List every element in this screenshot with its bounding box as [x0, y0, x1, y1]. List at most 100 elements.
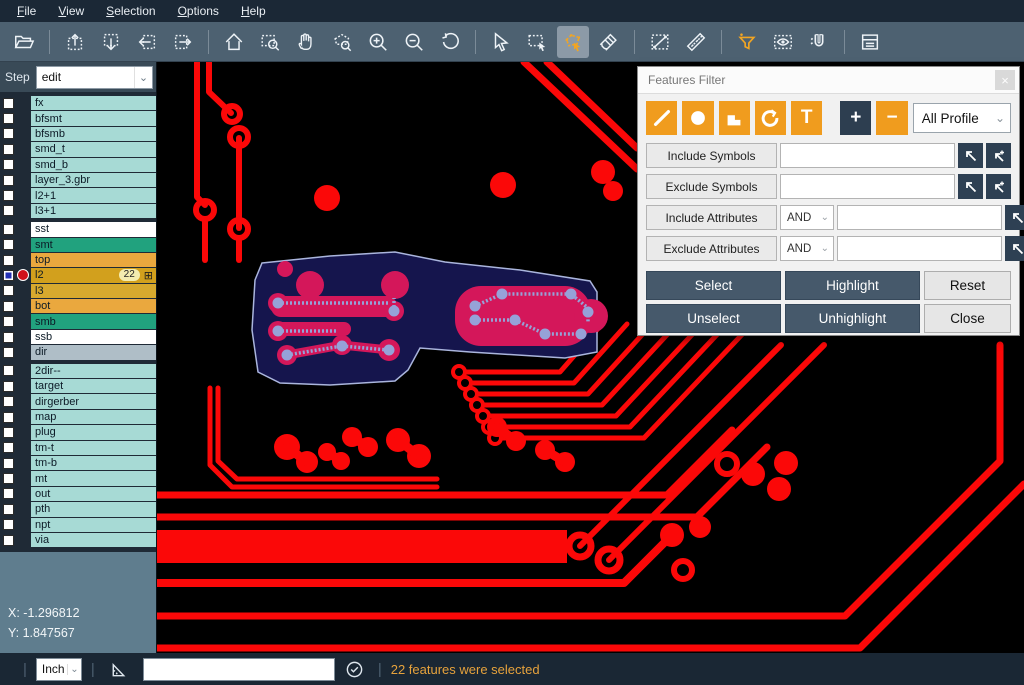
include-symbols-button[interactable]: Include Symbols — [646, 143, 777, 168]
filter-positive-button[interactable]: + — [840, 101, 871, 135]
layer-row-dirgerber[interactable]: dirgerber — [0, 394, 156, 408]
layer-checkbox[interactable] — [3, 159, 14, 170]
pick-add-exclude-symbols-button[interactable] — [986, 174, 1011, 199]
layer-row-tm-b[interactable]: tm-b — [0, 456, 156, 470]
layer-checkbox[interactable] — [3, 255, 14, 266]
exclude-attributes-operator-select[interactable]: AND⌄ — [780, 236, 834, 261]
layer-name-band[interactable]: bfsmb — [31, 127, 156, 141]
layer-checkbox[interactable] — [3, 128, 14, 139]
layer-checkbox[interactable] — [3, 144, 14, 155]
layer-checkbox[interactable] — [3, 412, 14, 423]
profile-select[interactable]: All Profile ⌄ — [913, 103, 1011, 133]
layer-name-band[interactable]: map — [31, 410, 156, 424]
pan-up-button[interactable] — [59, 26, 91, 58]
layer-checkbox[interactable] — [3, 316, 14, 327]
layer-name-band[interactable]: layer_3.gbr — [31, 173, 156, 187]
layer-row-out[interactable]: out — [0, 487, 156, 501]
angle-corner-icon[interactable] — [109, 660, 128, 679]
layer-row-top[interactable]: top — [0, 253, 156, 267]
view-options-button[interactable] — [767, 26, 799, 58]
filter-text-button[interactable]: T — [791, 101, 822, 135]
layer-checkbox[interactable] — [3, 396, 14, 407]
close-button[interactable]: Close — [924, 304, 1011, 333]
layer-checkbox[interactable] — [3, 98, 14, 109]
layer-checkbox[interactable] — [3, 458, 14, 469]
layer-checkbox[interactable] — [3, 224, 14, 235]
layer-name-band[interactable]: l3 — [31, 284, 156, 298]
layer-row-target[interactable]: target — [0, 379, 156, 393]
layer-row-via[interactable]: via — [0, 533, 156, 547]
layer-checkbox[interactable] — [3, 488, 14, 499]
layer-name-band[interactable]: smt — [31, 238, 156, 252]
command-input[interactable] — [143, 658, 335, 681]
pan-down-button[interactable] — [95, 26, 127, 58]
layer-checkbox[interactable] — [3, 175, 14, 186]
snap-magnet-button[interactable] — [803, 26, 835, 58]
close-icon[interactable]: × — [995, 70, 1015, 90]
menu-options[interactable]: Options — [167, 0, 230, 22]
layer-row-l3[interactable]: l3 — [0, 284, 156, 298]
dialog-title-bar[interactable]: Features Filter × — [638, 67, 1019, 94]
exclude-symbols-input[interactable] — [780, 174, 955, 199]
active-layer-color-icon[interactable] — [17, 269, 29, 281]
layer-name-band[interactable]: smb — [31, 314, 156, 328]
ruler-button[interactable] — [680, 26, 712, 58]
layer-checkbox[interactable] — [3, 381, 14, 392]
layer-name-band[interactable]: plug — [31, 425, 156, 439]
zoom-in-button[interactable] — [362, 26, 394, 58]
layer-checkbox[interactable] — [3, 190, 14, 201]
layer-row-layer_3.gbr[interactable]: layer_3.gbr — [0, 173, 156, 187]
layer-name-band[interactable]: tm-t — [31, 441, 156, 455]
layer-name-band[interactable]: dir — [31, 345, 156, 359]
layer-name-band[interactable]: sst — [31, 222, 156, 236]
layer-name-band[interactable]: bot — [31, 299, 156, 313]
layer-row-bfsmb[interactable]: bfsmb — [0, 127, 156, 141]
include-attributes-operator-select[interactable]: AND⌄ — [780, 205, 834, 230]
include-symbols-input[interactable] — [780, 143, 955, 168]
pick-exclude-symbols-button[interactable] — [958, 174, 983, 199]
layer-checkbox[interactable] — [3, 504, 14, 515]
layers-panel-button[interactable] — [854, 26, 886, 58]
grid-icon[interactable]: ⊞ — [144, 269, 153, 282]
layer-name-band[interactable]: out — [31, 487, 156, 501]
include-attributes-input[interactable] — [837, 205, 1002, 230]
layer-checkbox[interactable] — [3, 285, 14, 296]
zoom-window-button[interactable] — [254, 26, 286, 58]
apply-refresh-icon[interactable] — [345, 660, 364, 679]
exclude-attributes-input[interactable] — [837, 236, 1002, 261]
layer-row-bot[interactable]: bot — [0, 299, 156, 313]
layer-name-band[interactable]: dirgerber — [31, 394, 156, 408]
select-arrow-button[interactable] — [485, 26, 517, 58]
layer-row-fx[interactable]: fx — [0, 96, 156, 110]
layer-checkbox[interactable] — [3, 427, 14, 438]
select-button[interactable]: Select — [646, 271, 781, 300]
include-attributes-button[interactable]: Include Attributes — [646, 205, 777, 230]
menu-view[interactable]: View — [47, 0, 95, 22]
highlight-button[interactable]: Highlight — [785, 271, 920, 300]
layer-row-l2+1[interactable]: l2+1 — [0, 188, 156, 202]
clean-selection-button[interactable] — [593, 26, 625, 58]
layer-name-band[interactable]: ssb — [31, 330, 156, 344]
layer-row-map[interactable]: map — [0, 410, 156, 424]
exclude-attributes-button[interactable]: Exclude Attributes — [646, 236, 777, 261]
layer-row-l2[interactable]: l222⊞ — [0, 268, 156, 282]
layer-row-sst[interactable]: sst — [0, 222, 156, 236]
zoom-home-button[interactable] — [218, 26, 250, 58]
layer-row-ssb[interactable]: ssb — [0, 330, 156, 344]
zoom-previous-button[interactable] — [434, 26, 466, 58]
layer-name-band[interactable]: l3+1 — [31, 204, 156, 218]
layer-name-band[interactable]: bfsmt — [31, 111, 156, 125]
zoom-polygon-button[interactable] — [326, 26, 358, 58]
menu-selection[interactable]: Selection — [95, 0, 166, 22]
select-rectangle-button[interactable] — [521, 26, 553, 58]
layer-name-band[interactable]: npt — [31, 518, 156, 532]
menu-file[interactable]: File — [6, 0, 47, 22]
menu-help[interactable]: Help — [230, 0, 277, 22]
filter-line-button[interactable] — [646, 101, 677, 135]
layer-row-bfsmt[interactable]: bfsmt — [0, 111, 156, 125]
layer-row-l3+1[interactable]: l3+1 — [0, 204, 156, 218]
pan-right-button[interactable] — [167, 26, 199, 58]
layer-checkbox[interactable] — [3, 473, 14, 484]
layer-name-band[interactable]: l2+1 — [31, 188, 156, 202]
layer-checkbox[interactable] — [3, 332, 14, 343]
